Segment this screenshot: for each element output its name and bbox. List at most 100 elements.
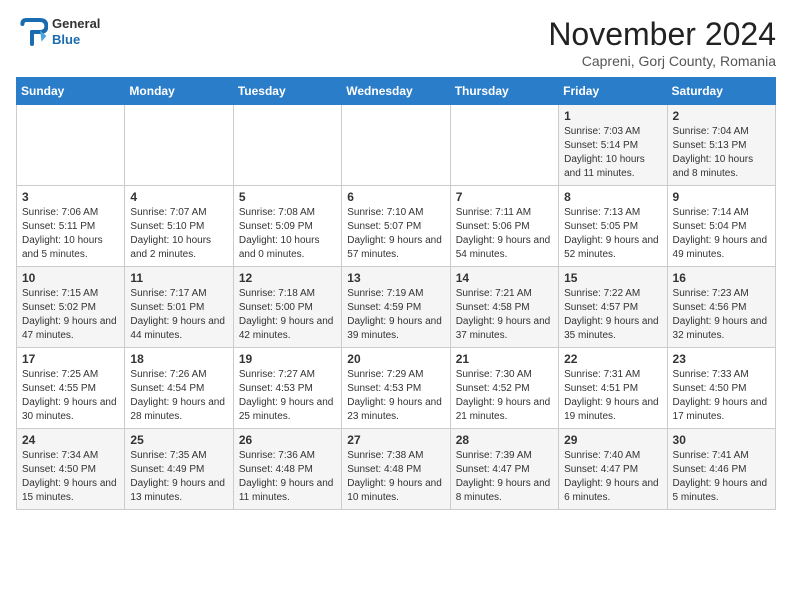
- day-number: 25: [130, 433, 227, 447]
- day-info: Sunrise: 7:13 AM Sunset: 5:05 PM Dayligh…: [564, 206, 661, 262]
- day-number: 21: [456, 352, 553, 366]
- day-number: 14: [456, 271, 553, 285]
- calendar-week-2: 3 Sunrise: 7:06 AM Sunset: 5:11 PM Daylig…: [17, 186, 776, 267]
- day-number: 15: [564, 271, 661, 285]
- weekday-header-monday: Monday: [125, 78, 233, 105]
- calendar-cell: [17, 105, 125, 186]
- day-info: Sunrise: 7:11 AM Sunset: 5:06 PM Dayligh…: [456, 206, 553, 262]
- day-info: Sunrise: 7:07 AM Sunset: 5:10 PM Dayligh…: [130, 206, 227, 262]
- day-info: Sunrise: 7:23 AM Sunset: 4:56 PM Dayligh…: [673, 287, 770, 343]
- calendar-cell: 15 Sunrise: 7:22 AM Sunset: 4:57 PM Dayli…: [559, 267, 667, 348]
- calendar-cell: 27Sunrise: 7:38 AM Sunset: 4:48 PM Dayli…: [342, 429, 450, 510]
- calendar-body: 1Sunrise: 7:03 AM Sunset: 5:14 PM Daylig…: [17, 105, 776, 510]
- day-info: Sunrise: 7:03 AM Sunset: 5:14 PM Dayligh…: [564, 125, 661, 181]
- day-info: Sunrise: 7:22 AM Sunset: 4:57 PM Dayligh…: [564, 287, 661, 343]
- logo-icon: [16, 16, 48, 48]
- day-info: Sunrise: 7:33 AM Sunset: 4:50 PM Dayligh…: [673, 368, 770, 424]
- day-number: 30: [673, 433, 770, 447]
- day-number: 8: [564, 190, 661, 204]
- day-info: Sunrise: 7:08 AM Sunset: 5:09 PM Dayligh…: [239, 206, 336, 262]
- weekday-header-thursday: Thursday: [450, 78, 558, 105]
- month-title: November 2024: [548, 16, 776, 53]
- calendar-week-1: 1Sunrise: 7:03 AM Sunset: 5:14 PM Daylig…: [17, 105, 776, 186]
- calendar-cell: 28 Sunrise: 7:39 AM Sunset: 4:47 PM Dayli…: [450, 429, 558, 510]
- day-number: 22: [564, 352, 661, 366]
- day-number: 6: [347, 190, 444, 204]
- day-info: Sunrise: 7:27 AM Sunset: 4:53 PM Dayligh…: [239, 368, 336, 424]
- calendar-cell: 13 Sunrise: 7:19 AM Sunset: 4:59 PM Dayli…: [342, 267, 450, 348]
- day-info: Sunrise: 7:39 AM Sunset: 4:47 PM Dayligh…: [456, 449, 553, 505]
- weekday-header-wednesday: Wednesday: [342, 78, 450, 105]
- day-number: 2: [673, 109, 770, 123]
- day-info: Sunrise: 7:26 AM Sunset: 4:54 PM Dayligh…: [130, 368, 227, 424]
- weekday-header-tuesday: Tuesday: [233, 78, 341, 105]
- calendar-cell: 19 Sunrise: 7:27 AM Sunset: 4:53 PM Dayli…: [233, 348, 341, 429]
- title-area: November 2024 Capreni, Gorj County, Roma…: [548, 16, 776, 69]
- day-number: 20: [347, 352, 444, 366]
- day-number: 11: [130, 271, 227, 285]
- day-info: Sunrise: 7:41 AM Sunset: 4:46 PM Dayligh…: [673, 449, 770, 505]
- calendar-cell: 22Sunrise: 7:31 AM Sunset: 4:51 PM Dayli…: [559, 348, 667, 429]
- day-number: 24: [22, 433, 119, 447]
- day-info: Sunrise: 7:15 AM Sunset: 5:02 PM Dayligh…: [22, 287, 119, 343]
- weekday-header-friday: Friday: [559, 78, 667, 105]
- calendar-cell: 25 Sunrise: 7:35 AM Sunset: 4:49 PM Dayli…: [125, 429, 233, 510]
- calendar-cell: 3 Sunrise: 7:06 AM Sunset: 5:11 PM Daylig…: [17, 186, 125, 267]
- calendar-week-5: 24 Sunrise: 7:34 AM Sunset: 4:50 PM Dayli…: [17, 429, 776, 510]
- calendar-cell: 12Sunrise: 7:18 AM Sunset: 5:00 PM Dayli…: [233, 267, 341, 348]
- day-number: 28: [456, 433, 553, 447]
- day-info: Sunrise: 7:25 AM Sunset: 4:55 PM Dayligh…: [22, 368, 119, 424]
- calendar-cell: 26Sunrise: 7:36 AM Sunset: 4:48 PM Dayli…: [233, 429, 341, 510]
- day-number: 23: [673, 352, 770, 366]
- calendar-cell: 1Sunrise: 7:03 AM Sunset: 5:14 PM Daylig…: [559, 105, 667, 186]
- weekday-header-saturday: Saturday: [667, 78, 775, 105]
- day-number: 13: [347, 271, 444, 285]
- day-info: Sunrise: 7:19 AM Sunset: 4:59 PM Dayligh…: [347, 287, 444, 343]
- day-number: 27: [347, 433, 444, 447]
- day-info: Sunrise: 7:35 AM Sunset: 4:49 PM Dayligh…: [130, 449, 227, 505]
- day-number: 7: [456, 190, 553, 204]
- day-number: 3: [22, 190, 119, 204]
- weekday-header-sunday: Sunday: [17, 78, 125, 105]
- day-info: Sunrise: 7:34 AM Sunset: 4:50 PM Dayligh…: [22, 449, 119, 505]
- calendar-cell: 10 Sunrise: 7:15 AM Sunset: 5:02 PM Dayli…: [17, 267, 125, 348]
- day-number: 12: [239, 271, 336, 285]
- calendar-table: SundayMondayTuesdayWednesdayThursdayFrid…: [16, 77, 776, 510]
- day-info: Sunrise: 7:04 AM Sunset: 5:13 PM Dayligh…: [673, 125, 770, 181]
- calendar-cell: 6 Sunrise: 7:10 AM Sunset: 5:07 PM Daylig…: [342, 186, 450, 267]
- day-info: Sunrise: 7:10 AM Sunset: 5:07 PM Dayligh…: [347, 206, 444, 262]
- logo: General Blue: [16, 16, 100, 48]
- calendar-cell: [450, 105, 558, 186]
- logo-blue-label: Blue: [52, 32, 100, 48]
- day-number: 29: [564, 433, 661, 447]
- calendar-cell: 14 Sunrise: 7:21 AM Sunset: 4:58 PM Dayli…: [450, 267, 558, 348]
- day-number: 9: [673, 190, 770, 204]
- calendar-cell: 29 Sunrise: 7:40 AM Sunset: 4:47 PM Dayli…: [559, 429, 667, 510]
- calendar-cell: 16 Sunrise: 7:23 AM Sunset: 4:56 PM Dayli…: [667, 267, 775, 348]
- day-number: 17: [22, 352, 119, 366]
- day-info: Sunrise: 7:14 AM Sunset: 5:04 PM Dayligh…: [673, 206, 770, 262]
- calendar-cell: 4Sunrise: 7:07 AM Sunset: 5:10 PM Daylig…: [125, 186, 233, 267]
- day-info: Sunrise: 7:17 AM Sunset: 5:01 PM Dayligh…: [130, 287, 227, 343]
- calendar-cell: 17 Sunrise: 7:25 AM Sunset: 4:55 PM Dayli…: [17, 348, 125, 429]
- calendar-cell: 5Sunrise: 7:08 AM Sunset: 5:09 PM Daylig…: [233, 186, 341, 267]
- calendar-cell: [125, 105, 233, 186]
- header: General Blue November 2024 Capreni, Gorj…: [16, 16, 776, 69]
- day-number: 26: [239, 433, 336, 447]
- day-info: Sunrise: 7:21 AM Sunset: 4:58 PM Dayligh…: [456, 287, 553, 343]
- day-number: 19: [239, 352, 336, 366]
- day-number: 18: [130, 352, 227, 366]
- day-info: Sunrise: 7:06 AM Sunset: 5:11 PM Dayligh…: [22, 206, 119, 262]
- logo-general-label: General: [52, 16, 100, 32]
- location: Capreni, Gorj County, Romania: [548, 53, 776, 69]
- day-number: 16: [673, 271, 770, 285]
- calendar-cell: 11 Sunrise: 7:17 AM Sunset: 5:01 PM Dayli…: [125, 267, 233, 348]
- calendar-cell: 30 Sunrise: 7:41 AM Sunset: 4:46 PM Dayli…: [667, 429, 775, 510]
- logo-text: General Blue: [52, 16, 100, 47]
- weekday-row: SundayMondayTuesdayWednesdayThursdayFrid…: [17, 78, 776, 105]
- day-number: 10: [22, 271, 119, 285]
- day-info: Sunrise: 7:40 AM Sunset: 4:47 PM Dayligh…: [564, 449, 661, 505]
- calendar-cell: 2 Sunrise: 7:04 AM Sunset: 5:13 PM Daylig…: [667, 105, 775, 186]
- calendar-cell: [342, 105, 450, 186]
- calendar-cell: 18 Sunrise: 7:26 AM Sunset: 4:54 PM Dayli…: [125, 348, 233, 429]
